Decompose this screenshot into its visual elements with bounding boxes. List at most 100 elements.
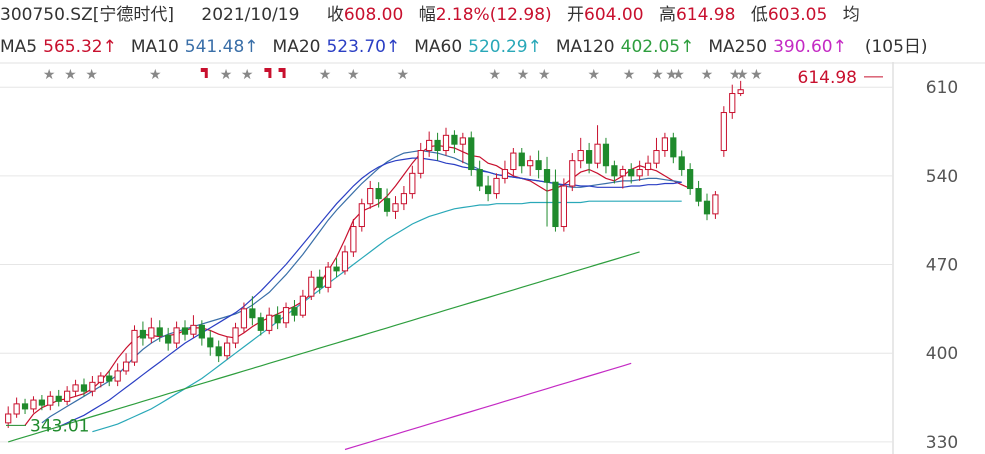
event-star-icon: ★ xyxy=(241,67,254,83)
candle-body xyxy=(678,156,685,171)
candlestick xyxy=(148,317,155,344)
candlestick xyxy=(510,148,517,176)
candle-body xyxy=(207,337,214,348)
candlestick xyxy=(417,142,424,179)
candlestick xyxy=(434,132,441,161)
candlestick xyxy=(291,300,298,322)
event-star-icon: ★ xyxy=(538,67,551,83)
candle-body xyxy=(729,93,736,114)
candlestick xyxy=(165,327,172,351)
event-star-icon: ★ xyxy=(220,67,233,83)
candle-body xyxy=(501,169,509,179)
candlestick xyxy=(367,180,374,209)
candle-body xyxy=(586,150,593,164)
candlestick xyxy=(687,163,694,195)
candlestick xyxy=(729,84,736,119)
candle-body xyxy=(628,169,635,177)
candle-body xyxy=(409,172,416,195)
candlestick xyxy=(215,340,222,363)
candle-body xyxy=(619,169,626,177)
candle-body xyxy=(459,137,466,145)
kline-chart[interactable]: 610540470400330★ ★ ★ ★ ★ ★ ★ ★ ★ ★ ★ ★ ★ ★ ★ ★★ ★ ★★ ★ 614.… xyxy=(0,0,985,454)
candle-body xyxy=(106,375,113,382)
candlestick xyxy=(695,180,702,207)
event-flag-icon xyxy=(264,68,272,78)
event-star-icon: ★ xyxy=(623,67,636,83)
candlestick xyxy=(493,173,500,199)
candle-body xyxy=(417,150,424,174)
candlestick xyxy=(468,131,475,176)
candlestick xyxy=(501,160,509,184)
candlestick xyxy=(661,132,669,157)
candle-body xyxy=(468,137,475,171)
candlestick xyxy=(21,398,29,414)
candle-body xyxy=(383,198,391,212)
event-star-icon: ★ xyxy=(517,67,530,83)
candle-body xyxy=(257,317,264,331)
event-star-icon: ★ xyxy=(672,67,685,83)
candle-body xyxy=(611,165,618,177)
candlestick xyxy=(223,336,231,360)
candle-body xyxy=(47,395,54,406)
candlestick xyxy=(569,153,576,192)
ma-line-ma60 xyxy=(92,200,682,433)
candlestick xyxy=(190,315,197,338)
candlestick xyxy=(80,378,88,397)
candle-body xyxy=(358,203,365,228)
candlestick xyxy=(678,150,685,176)
candlestick xyxy=(232,322,239,349)
candle-body xyxy=(131,329,138,363)
candlestick xyxy=(55,389,62,407)
event-star-icon: ★ xyxy=(587,67,600,83)
candle-body xyxy=(644,162,652,171)
candle-body xyxy=(653,150,660,164)
candle-body xyxy=(64,390,71,402)
event-star-icon: ★ xyxy=(319,67,332,83)
candlestick xyxy=(392,196,399,219)
candle-body xyxy=(139,329,147,339)
candlestick xyxy=(577,137,584,169)
candle-body xyxy=(426,139,433,152)
candle-body xyxy=(232,327,239,344)
candlestick xyxy=(282,302,290,328)
candle-body xyxy=(173,327,180,344)
candle-body xyxy=(518,152,525,167)
candle-body xyxy=(316,276,323,288)
candle-body xyxy=(274,314,281,324)
candle-body xyxy=(190,324,197,335)
candle-body xyxy=(661,137,669,152)
candlestick xyxy=(316,269,323,294)
candlestick xyxy=(131,325,138,366)
candle-body xyxy=(484,185,492,195)
candlestick xyxy=(400,186,408,211)
event-star-icon: ★ xyxy=(750,67,763,83)
candle-body xyxy=(55,395,62,402)
event-star-icon: ★ xyxy=(736,67,749,83)
candlestick xyxy=(64,386,71,406)
event-star-icon: ★ xyxy=(651,67,664,83)
min-price-label: 343.01 xyxy=(30,416,89,436)
candlestick xyxy=(426,131,433,157)
candle-body xyxy=(577,150,584,162)
candle-body xyxy=(670,137,677,158)
candlestick xyxy=(114,363,121,387)
event-star-icon: ★ xyxy=(64,67,77,83)
ma-line-ma10 xyxy=(41,149,682,424)
event-star-icon: ★ xyxy=(85,67,98,83)
candlestick xyxy=(38,395,45,411)
candlestick xyxy=(602,137,610,174)
y-tick-label: 330 xyxy=(926,433,958,453)
candlestick xyxy=(720,106,727,157)
candle-body xyxy=(493,177,500,195)
candle-body xyxy=(442,134,450,152)
candle-body xyxy=(156,327,163,336)
candle-body xyxy=(80,384,88,392)
candle-body xyxy=(594,143,601,164)
candle-body xyxy=(687,169,694,190)
candlestick xyxy=(527,155,534,176)
candlestick xyxy=(308,270,315,300)
candlestick xyxy=(325,262,332,293)
candlestick xyxy=(484,175,492,202)
candlestick xyxy=(535,150,542,179)
candlestick xyxy=(703,193,711,221)
